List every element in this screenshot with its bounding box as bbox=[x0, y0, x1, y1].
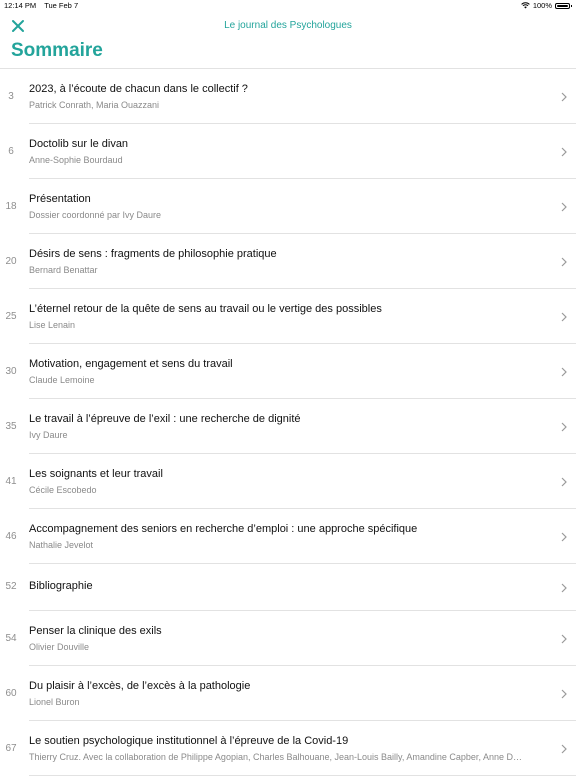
toc-page-number: 6 bbox=[8, 146, 14, 157]
chevron-right-icon bbox=[561, 422, 567, 432]
chevron-right-icon bbox=[561, 532, 567, 542]
toc-author: Patrick Conrath, Maria Ouazzani bbox=[29, 100, 160, 110]
chevron-right-icon bbox=[561, 689, 567, 699]
toc-title: Doctolib sur le divan bbox=[29, 138, 129, 150]
toc-page-number: 3 bbox=[8, 91, 14, 102]
toc-title: Motivation, engagement et sens du travai… bbox=[29, 358, 233, 370]
toc-title: Le travail à l’épreuve de l’exil : une r… bbox=[29, 413, 301, 425]
toc-page-number: 52 bbox=[5, 581, 17, 592]
chevron-right-icon bbox=[561, 477, 567, 487]
toc-item[interactable]: 52 Bibliographie bbox=[0, 564, 576, 611]
toc-title: Bibliographie bbox=[29, 580, 93, 592]
toc-title: Désirs de sens : fragments de philosophi… bbox=[29, 248, 277, 260]
toc-author: Anne-Sophie Bourdaud bbox=[29, 155, 123, 165]
battery-icon bbox=[555, 2, 572, 9]
toc-author: Claude Lemoine bbox=[29, 375, 95, 385]
toc-item[interactable]: 60 Du plaisir à l’excès, de l’excès à la… bbox=[0, 666, 576, 721]
status-time: 12:14 PM bbox=[4, 1, 37, 10]
toc-title: Penser la clinique des exils bbox=[29, 625, 162, 637]
toc-page-number: 41 bbox=[5, 476, 17, 487]
toc-item[interactable]: 46 Accompagnement des seniors en recherc… bbox=[0, 509, 576, 564]
nav-title: Le journal des Psychologues bbox=[224, 20, 352, 31]
toc-item[interactable]: 18 Présentation Dossier coordonné par Iv… bbox=[0, 179, 576, 234]
toc-title: Accompagnement des seniors en recherche … bbox=[29, 523, 418, 535]
toc-title: 2023, à l’écoute de chacun dans le colle… bbox=[29, 83, 248, 95]
toc-author: Nathalie Jevelot bbox=[29, 540, 94, 550]
toc-item[interactable]: 41 Les soignants et leur travail Cécile … bbox=[0, 454, 576, 509]
nav-bar: Le journal des Psychologues bbox=[0, 12, 576, 40]
chevron-right-icon bbox=[561, 634, 567, 644]
toc-page-number: 35 bbox=[5, 421, 17, 432]
toc-author: Olivier Douville bbox=[29, 642, 90, 652]
toc-item[interactable]: 6 Doctolib sur le divan Anne-Sophie Bour… bbox=[0, 124, 576, 179]
toc-page-number: 67 bbox=[5, 743, 17, 754]
chevron-right-icon bbox=[561, 583, 567, 593]
toc-author: Ivy Daure bbox=[29, 430, 68, 440]
status-time-date: 12:14 PM Tue Feb 7 bbox=[4, 1, 78, 10]
toc-title: Le soutien psychologique institutionnel … bbox=[29, 735, 349, 747]
toc-item[interactable]: 3 2023, à l’écoute de chacun dans le col… bbox=[0, 69, 576, 124]
toc-page-number: 25 bbox=[5, 311, 17, 322]
toc-item[interactable]: 54 Penser la clinique des exils Olivier … bbox=[0, 611, 576, 666]
wifi-icon bbox=[521, 2, 530, 9]
toc-title: Du plaisir à l’excès, de l’excès à la pa… bbox=[29, 680, 251, 692]
page-title: Sommaire bbox=[11, 40, 103, 61]
toc-page-number: 30 bbox=[5, 366, 17, 377]
toc-page-number: 46 bbox=[5, 531, 17, 542]
toc-title: Les soignants et leur travail bbox=[29, 468, 163, 480]
toc-list: 3 2023, à l’écoute de chacun dans le col… bbox=[0, 69, 576, 776]
chevron-right-icon bbox=[561, 92, 567, 102]
toc-author: Dossier coordonné par Ivy Daure bbox=[29, 210, 162, 220]
toc-author: Lise Lenain bbox=[29, 320, 76, 330]
chevron-right-icon bbox=[561, 257, 567, 267]
chevron-right-icon bbox=[561, 744, 567, 754]
status-bar: 12:14 PM Tue Feb 7 100% bbox=[0, 0, 576, 12]
toc-item[interactable]: 35 Le travail à l’épreuve de l’exil : un… bbox=[0, 399, 576, 454]
toc-item[interactable]: 30 Motivation, engagement et sens du tra… bbox=[0, 344, 576, 399]
toc-author: Thierry Cruz. Avec la collaboration de P… bbox=[29, 752, 522, 762]
status-date: Tue Feb 7 bbox=[44, 1, 79, 10]
chevron-right-icon bbox=[561, 147, 567, 157]
toc-page-number: 18 bbox=[5, 201, 17, 212]
chevron-right-icon bbox=[561, 202, 567, 212]
chevron-right-icon bbox=[561, 367, 567, 377]
toc-author: Cécile Escobedo bbox=[29, 485, 97, 495]
toc-title: L’éternel retour de la quête de sens au … bbox=[29, 303, 382, 315]
toc-item[interactable]: 20 Désirs de sens : fragments de philoso… bbox=[0, 234, 576, 289]
toc-page-number: 20 bbox=[5, 256, 17, 267]
toc-title: Présentation bbox=[29, 193, 91, 205]
toc-author: Lionel Buron bbox=[29, 697, 80, 707]
toc-page-number: 54 bbox=[5, 633, 17, 644]
toc-page-number: 60 bbox=[5, 688, 17, 699]
chevron-right-icon bbox=[561, 312, 567, 322]
battery-percentage: 100% bbox=[532, 1, 552, 10]
toc-author: Bernard Benattar bbox=[29, 265, 98, 275]
toc-item[interactable]: 25 L’éternel retour de la quête de sens … bbox=[0, 289, 576, 344]
status-indicators: 100% bbox=[521, 1, 572, 10]
